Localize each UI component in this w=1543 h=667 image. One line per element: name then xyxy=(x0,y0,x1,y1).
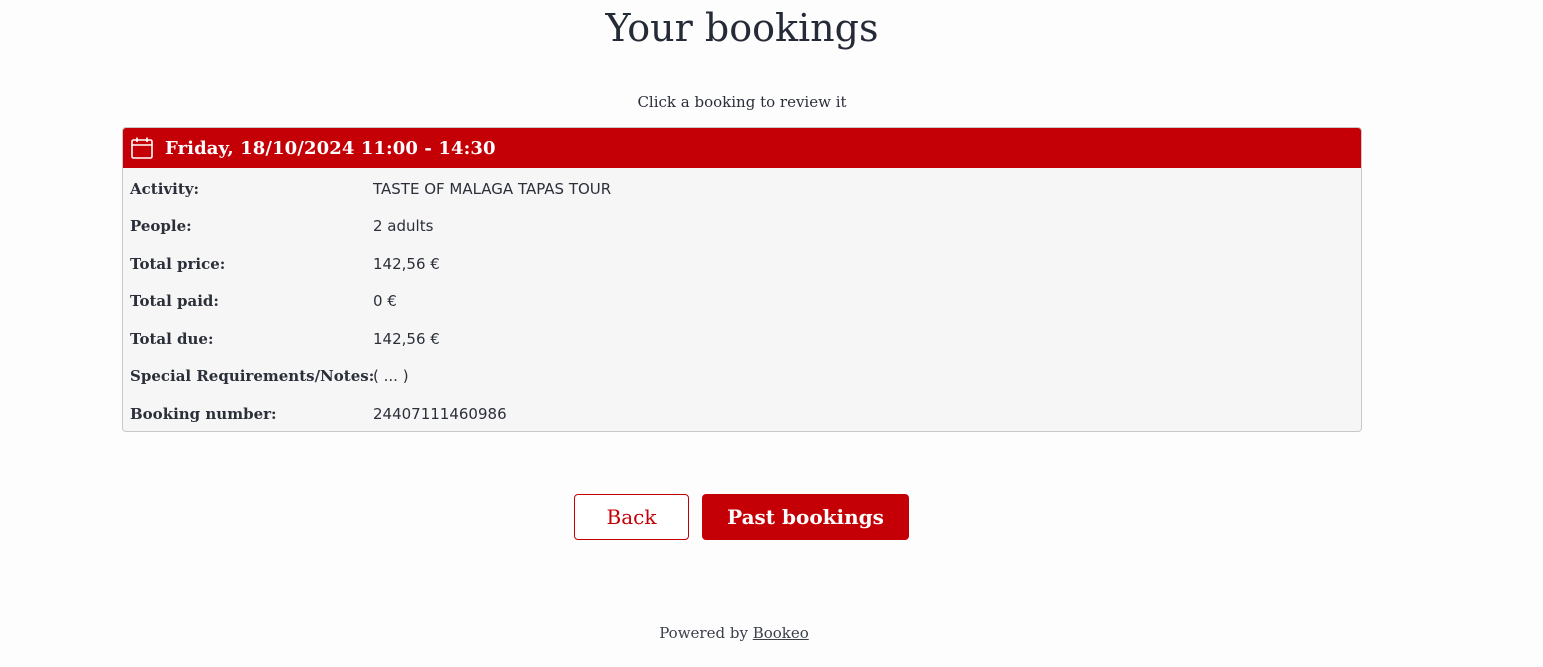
back-button[interactable]: Back xyxy=(574,494,689,540)
detail-row-activity: Activity: TASTE OF MALAGA TAPAS TOUR xyxy=(123,170,1361,208)
detail-value: ( ... ) xyxy=(373,367,409,386)
page-subtitle: Click a booking to review it xyxy=(637,93,847,111)
detail-label: Activity: xyxy=(130,179,199,198)
detail-value: 0 € xyxy=(373,292,397,311)
booking-header[interactable]: Friday, 18/10/2024 11:00 - 14:30 xyxy=(123,128,1361,168)
calendar-icon xyxy=(130,136,154,160)
bookings-page: Your bookings Click a booking to review … xyxy=(0,0,1543,667)
detail-value: 24407111460986 xyxy=(373,404,507,423)
detail-label: Booking number: xyxy=(130,404,277,423)
detail-row-booking-number: Booking number: 24407111460986 xyxy=(123,395,1361,431)
page-title: Your bookings xyxy=(605,6,879,50)
booking-card[interactable]: Friday, 18/10/2024 11:00 - 14:30 Activit… xyxy=(122,127,1362,432)
detail-value: TASTE OF MALAGA TAPAS TOUR xyxy=(373,179,612,198)
footer: Powered by Bookeo xyxy=(0,624,1468,642)
detail-row-total-paid: Total paid: 0 € xyxy=(123,283,1361,321)
detail-label: Total price: xyxy=(130,254,226,273)
detail-row-total-due: Total due: 142,56 € xyxy=(123,320,1361,358)
detail-row-people: People: 2 adults xyxy=(123,208,1361,246)
powered-by-text: Powered by xyxy=(659,624,748,642)
detail-label: Total paid: xyxy=(130,292,219,311)
bookeo-link[interactable]: Bookeo xyxy=(753,624,809,642)
detail-row-total-price: Total price: 142,56 € xyxy=(123,245,1361,283)
detail-label: Special Requirements/Notes: xyxy=(130,367,375,386)
detail-label: People: xyxy=(130,217,192,236)
detail-label: Total due: xyxy=(130,329,214,348)
detail-value: 142,56 € xyxy=(373,254,440,273)
detail-row-notes: Special Requirements/Notes: ( ... ) xyxy=(123,358,1361,396)
detail-value: 2 adults xyxy=(373,217,434,236)
detail-value: 142,56 € xyxy=(373,329,440,348)
booking-details: Activity: TASTE OF MALAGA TAPAS TOUR Peo… xyxy=(123,168,1361,431)
booking-date-time: Friday, 18/10/2024 11:00 - 14:30 xyxy=(165,137,496,159)
past-bookings-button[interactable]: Past bookings xyxy=(702,494,909,540)
